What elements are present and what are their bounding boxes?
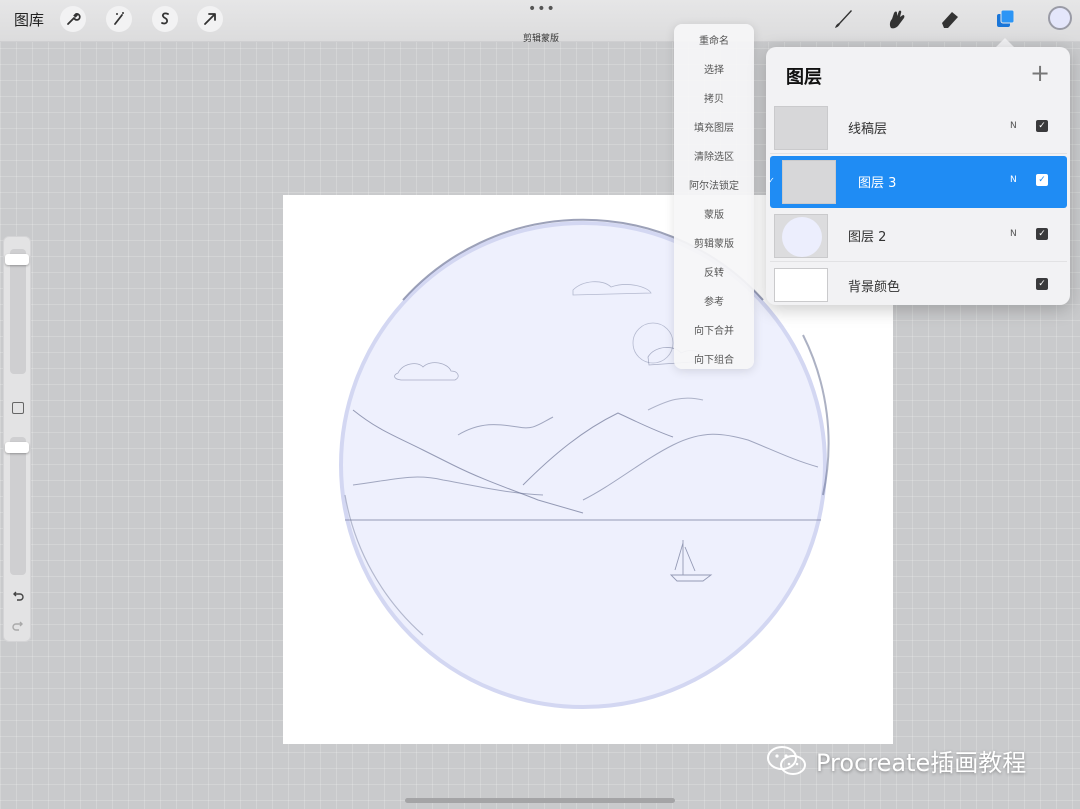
transform-arrow-icon[interactable]	[197, 6, 223, 32]
layer-name: 背景颜色	[848, 280, 901, 295]
top-toolbar: 图库 ••• 剪辑蒙版	[0, 0, 1080, 44]
opacity-handle[interactable]	[5, 442, 29, 453]
undo-icon[interactable]	[9, 587, 27, 605]
layer-name: 图层 3	[858, 176, 897, 191]
panel-title: 图层	[786, 67, 822, 88]
brush-icon[interactable]	[829, 6, 857, 32]
brush-size-slider[interactable]	[10, 249, 26, 374]
smudge-icon[interactable]	[882, 6, 910, 32]
visibility-checkbox[interactable]: ✓	[1036, 174, 1048, 186]
menu-item-reference[interactable]: 参考	[674, 293, 754, 308]
redo-icon[interactable]	[9, 617, 27, 635]
more-options-icon[interactable]: •••	[528, 1, 556, 17]
layers-icon[interactable]	[992, 6, 1020, 32]
opacity-slider[interactable]	[10, 437, 26, 575]
left-sidebar	[3, 236, 31, 642]
menu-item-combine-down[interactable]: 向下组合	[674, 351, 754, 366]
add-layer-button[interactable]: +	[1030, 59, 1050, 87]
status-text: 剪辑蒙版	[522, 34, 559, 44]
menu-item-invert[interactable]: 反转	[674, 264, 754, 279]
menu-item-rename[interactable]: 重命名	[674, 32, 754, 47]
wechat-logo-icon	[767, 745, 806, 775]
layer-row-background[interactable]: 背景颜色 ✓	[770, 264, 1067, 304]
layer-thumbnail	[774, 106, 828, 150]
visibility-checkbox[interactable]: ✓	[1036, 120, 1048, 132]
visibility-checkbox[interactable]: ✓	[1036, 278, 1048, 290]
blend-mode-button[interactable]: N	[1010, 175, 1017, 185]
menu-item-mask[interactable]: 蒙版	[674, 206, 754, 221]
menu-item-fill-layer[interactable]: 填充图层	[674, 119, 754, 134]
menu-item-alpha-lock[interactable]: 阿尔法锁定	[674, 177, 754, 192]
layer-row[interactable]: 图层 2 N ✓	[770, 210, 1067, 262]
eraser-icon[interactable]	[936, 6, 964, 32]
home-indicator[interactable]	[405, 798, 675, 803]
selected-indicator-icon: ✓	[768, 176, 775, 185]
menu-item-select[interactable]: 选择	[674, 61, 754, 76]
menu-item-merge-down[interactable]: 向下合并	[674, 322, 754, 337]
layer-thumbnail	[774, 214, 828, 258]
blend-mode-button[interactable]: N	[1010, 229, 1017, 239]
wrench-icon[interactable]	[60, 6, 86, 32]
modify-button[interactable]	[12, 402, 24, 414]
magic-wand-icon[interactable]	[106, 6, 132, 32]
layer-name: 线稿层	[848, 122, 888, 137]
menu-item-clipping-mask[interactable]: 剪辑蒙版	[674, 235, 754, 250]
selection-s-icon[interactable]	[152, 6, 178, 32]
menu-item-clear-selection[interactable]: 清除选区	[674, 148, 754, 163]
visibility-checkbox[interactable]: ✓	[1036, 228, 1048, 240]
layer-row[interactable]: 线稿层 N ✓	[770, 102, 1067, 154]
gallery-button[interactable]: 图库	[14, 9, 44, 30]
blend-mode-button[interactable]: N	[1010, 121, 1017, 131]
layer-row-active[interactable]: ✓ 图层 3 N ✓	[768, 156, 1067, 208]
layer-name: 图层 2	[848, 230, 887, 245]
layers-panel: 图层 + 线稿层 N ✓ ✓ 图层 3 N ✓ 图层 2 N ✓ 背景颜色 ✓	[766, 47, 1070, 305]
menu-item-copy[interactable]: 拷贝	[674, 90, 754, 105]
layer-options-menu: 重命名 选择 拷贝 填充图层 清除选区 阿尔法锁定 蒙版 剪辑蒙版 反转 参考 …	[674, 24, 754, 369]
layer-thumbnail	[774, 268, 828, 302]
watermark: Procreate插画教程	[766, 743, 1026, 778]
brush-size-handle[interactable]	[5, 254, 29, 265]
watermark-text: Procreate插画教程	[816, 749, 1027, 777]
color-picker-swatch[interactable]	[1048, 6, 1072, 30]
layer-thumbnail	[782, 160, 836, 204]
